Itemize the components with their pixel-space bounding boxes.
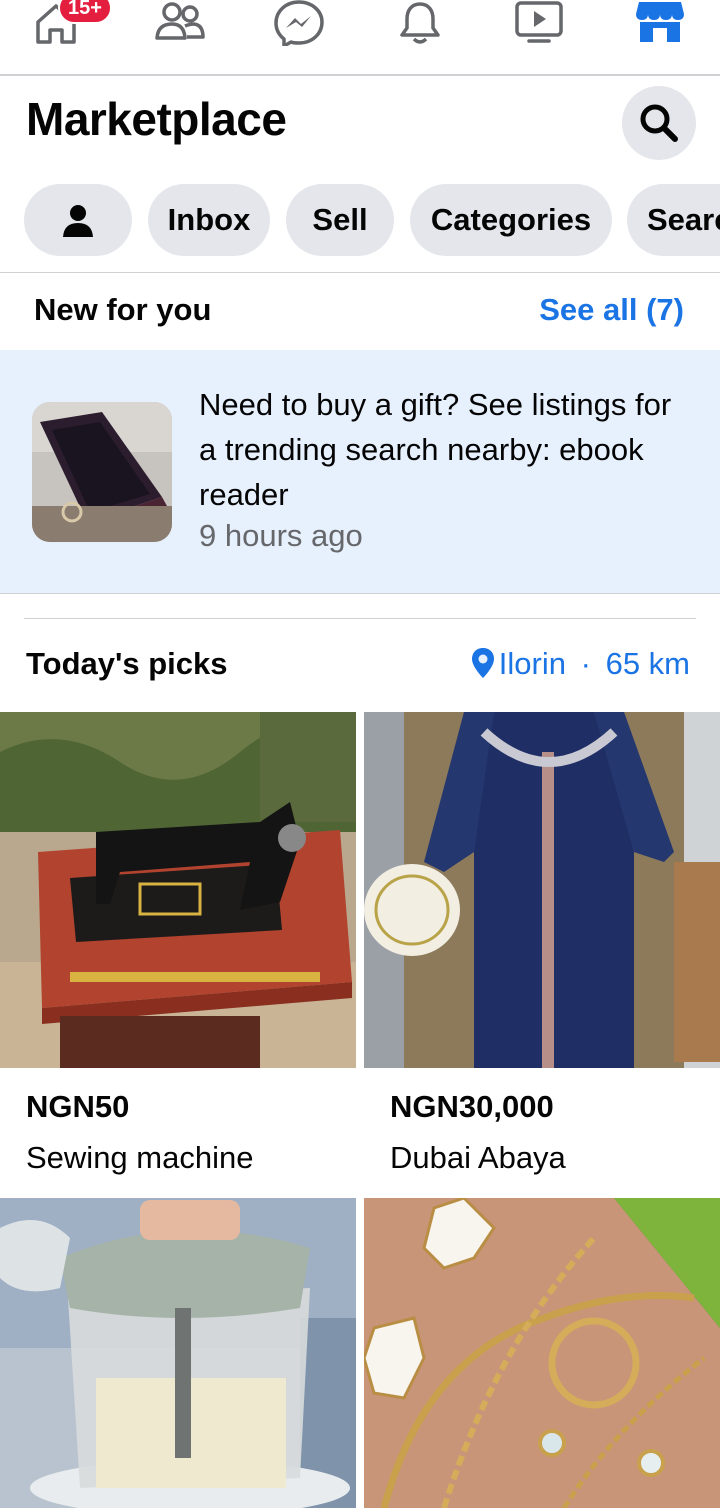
notification-time: 9 hours ago xyxy=(199,518,363,553)
listing-card[interactable] xyxy=(364,1198,720,1508)
listing-price: NGN30,000 xyxy=(390,1089,554,1124)
video-tab[interactable] xyxy=(514,0,574,50)
home-tab[interactable]: 15+ xyxy=(32,0,112,50)
see-all-link[interactable]: See all (7) xyxy=(539,292,684,328)
page-title: Marketplace xyxy=(26,93,287,145)
marketplace-icon xyxy=(636,2,684,42)
sell-chip[interactable]: Sell xyxy=(286,184,394,256)
messenger-icon xyxy=(274,0,324,46)
notification-count-badge: 15+ xyxy=(58,0,112,24)
listing-card[interactable]: NGN30,000 Dubai Abaya xyxy=(364,712,720,1182)
friends-tab[interactable] xyxy=(154,0,214,50)
inbox-chip[interactable]: Inbox xyxy=(148,184,270,256)
divider xyxy=(0,272,720,273)
search-chip[interactable]: Search xyxy=(627,184,720,256)
notification-item[interactable]: Need to buy a gift? See listings for a t… xyxy=(0,350,720,594)
todays-picks-heading: Today's picks xyxy=(26,646,228,681)
location-pin-icon xyxy=(471,648,494,678)
location-distance: 65 km xyxy=(605,646,690,681)
top-navigation-bar: 15+ xyxy=(0,0,720,76)
friends-icon xyxy=(155,2,205,40)
categories-chip[interactable]: Categories xyxy=(410,184,612,256)
profile-chip[interactable] xyxy=(24,184,132,256)
listing-image xyxy=(0,712,356,1068)
person-icon xyxy=(63,205,93,237)
listing-image xyxy=(0,1198,356,1508)
divider xyxy=(24,618,696,619)
notification-text: Need to buy a gift? See listings for a t… xyxy=(199,387,672,512)
listing-title: Sewing machine xyxy=(26,1140,254,1175)
messenger-tab[interactable] xyxy=(274,0,334,50)
new-for-you-heading: New for you xyxy=(34,292,212,327)
notification-thumbnail xyxy=(32,402,172,542)
marketplace-tab[interactable] xyxy=(634,0,694,50)
listing-card[interactable]: NGN50 Sewing machine xyxy=(0,712,356,1182)
listing-title: Dubai Abaya xyxy=(390,1140,566,1175)
location-separator: · xyxy=(580,646,591,681)
location-filter[interactable]: Ilorin · 65 km xyxy=(471,646,690,682)
listing-image xyxy=(364,1198,720,1508)
notifications-tab[interactable] xyxy=(398,0,458,50)
listing-card[interactable] xyxy=(0,1198,356,1508)
search-icon xyxy=(640,104,678,142)
search-button[interactable] xyxy=(622,86,696,160)
marketplace-chip-bar: Inbox Sell Categories Search xyxy=(0,184,720,256)
notifications-icon xyxy=(400,2,440,44)
location-name: Ilorin xyxy=(498,646,566,681)
listing-price: NGN50 xyxy=(26,1089,130,1124)
listing-image xyxy=(364,712,720,1068)
video-icon xyxy=(515,1,563,43)
